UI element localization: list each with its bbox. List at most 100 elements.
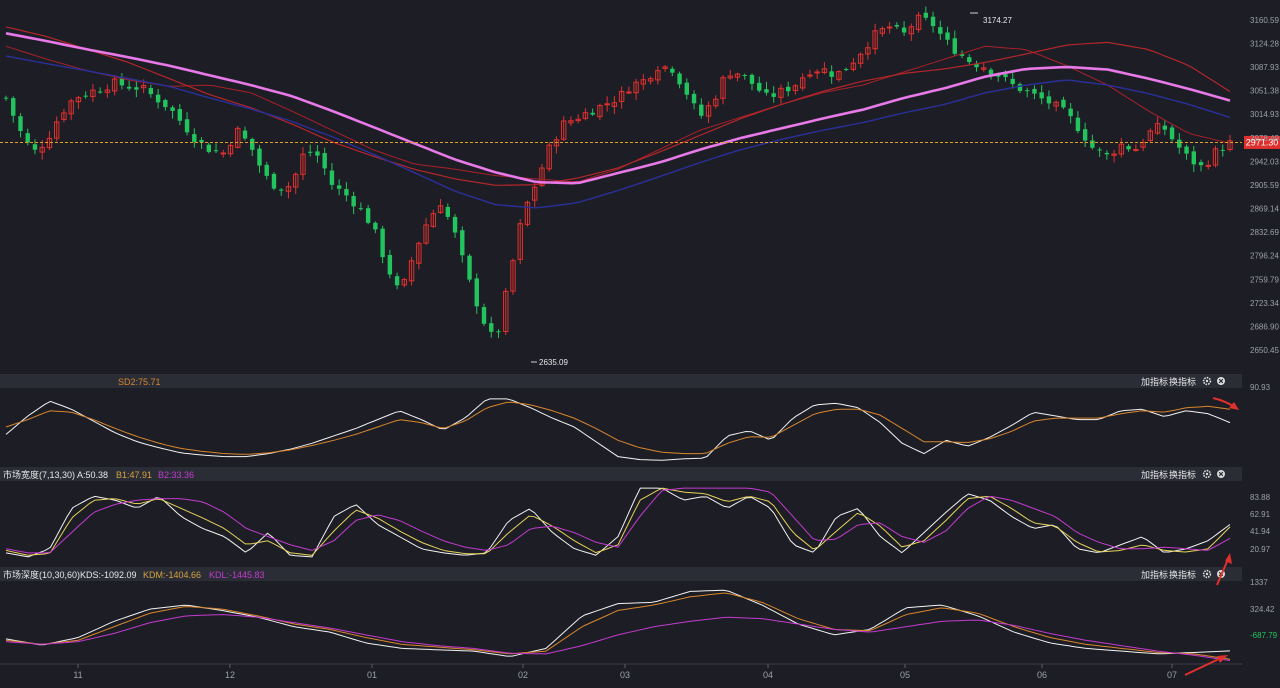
price-y-tick: 3014.93: [1250, 110, 1279, 119]
price-y-tick: 2796.24: [1250, 252, 1279, 261]
low-label: 2635.09: [539, 358, 568, 367]
switch-indicator-button[interactable]: 换指标: [1169, 569, 1196, 580]
candle-body: [344, 189, 349, 196]
candle-body: [590, 112, 595, 115]
candle-body: [220, 152, 226, 155]
candle-body: [315, 151, 320, 156]
candle-body: [1025, 90, 1030, 92]
x-axis-tick-label: 06: [1037, 670, 1047, 680]
candle-body: [387, 255, 393, 275]
candle-body: [445, 206, 450, 217]
candle-body: [329, 170, 335, 185]
candle-body: [199, 139, 204, 143]
switch-indicator-button[interactable]: 换指标: [1169, 469, 1196, 480]
candle-body: [1068, 108, 1073, 117]
indicator-y-tick: 1337: [1250, 578, 1268, 587]
indicator-1-header-bar: [0, 374, 1242, 388]
candle-body: [807, 74, 813, 77]
candle-body: [1177, 139, 1182, 148]
x-axis-tick-label: 05: [900, 670, 910, 680]
candle-body: [336, 185, 342, 189]
candle-body: [148, 88, 154, 95]
candle-body: [814, 71, 820, 74]
x-axis-tick-label: 01: [367, 670, 377, 680]
candle-body: [1046, 96, 1052, 104]
candle-body: [365, 208, 371, 223]
candle-body: [1162, 125, 1168, 130]
switch-indicator-button[interactable]: 换指标: [1169, 376, 1196, 387]
candle-body: [322, 153, 327, 169]
candle-body: [452, 216, 458, 233]
add-indicator-button[interactable]: 加指标: [1141, 469, 1168, 480]
price-y-tick: 3087.93: [1250, 63, 1279, 72]
candle-body: [1017, 84, 1023, 91]
market-breadth-legend-name: 市场宽度(7,13,30): [3, 469, 75, 480]
x-axis-tick-label: 11: [73, 670, 82, 680]
candle-body: [134, 87, 139, 90]
stock-chart-svg: 2971.30 3160.593124.283087.933051.383014…: [0, 0, 1280, 683]
candle-body: [192, 134, 197, 142]
candle-body: [489, 323, 494, 332]
candle-body: [481, 307, 487, 324]
candle-body: [1075, 117, 1081, 132]
candle-body: [829, 71, 834, 77]
candle-body: [97, 91, 103, 93]
x-axis-tick-label: 07: [1167, 670, 1177, 680]
indicator-y-tick: 83.88: [1250, 493, 1271, 502]
candle-body: [988, 69, 994, 75]
market-breadth-legend-b2: B2:33.36: [158, 470, 194, 480]
candle-body: [1205, 164, 1211, 167]
candle-body: [351, 196, 356, 207]
high-label: 3174.27: [983, 16, 1012, 25]
candle-body: [1082, 129, 1088, 141]
candle-body: [250, 138, 255, 150]
market-depth-legend-kdl: KDL:-1445.83: [209, 570, 265, 580]
add-indicator-button[interactable]: 加指标: [1141, 569, 1168, 580]
candle-body: [894, 24, 900, 27]
candle-body: [155, 94, 161, 103]
price-y-tick: 3124.28: [1250, 39, 1279, 48]
candle-body: [11, 98, 16, 116]
candle-body: [264, 164, 269, 176]
price-y-tick: 2759.79: [1250, 275, 1279, 284]
candle-body: [938, 27, 943, 34]
candle-body: [1198, 162, 1204, 166]
candle-body: [1126, 146, 1131, 150]
candle-body: [742, 75, 747, 77]
candle-body: [184, 119, 190, 133]
price-y-tick: 2832.69: [1250, 228, 1279, 237]
candle-body: [1184, 146, 1189, 154]
price-y-tick: 2723.34: [1250, 299, 1279, 308]
chart-workspace[interactable]: 2971.30 3160.59 3124.28 3087.93 3051.38 3014…: [0, 0, 1280, 683]
candle-body: [1090, 140, 1095, 148]
close-icon[interactable]: [1217, 377, 1225, 385]
candle-body: [1003, 74, 1008, 78]
candle-body: [626, 91, 632, 94]
candle-body: [786, 86, 791, 92]
candle-body: [757, 82, 762, 91]
candle-body: [279, 189, 284, 191]
price-y-tick: 2978.49: [1250, 134, 1279, 143]
candle-body: [373, 222, 378, 230]
close-icon[interactable]: [1217, 470, 1225, 478]
candle-body: [394, 276, 400, 286]
price-y-tick: 3160.59: [1250, 16, 1279, 25]
candle-body: [1220, 149, 1225, 151]
candle-body: [952, 38, 957, 54]
candle-body: [1061, 99, 1066, 108]
x-axis-tick-label: 12: [225, 670, 235, 680]
price-y-tick: 2869.14: [1250, 205, 1279, 214]
price-y-tick: 3051.38: [1250, 87, 1279, 96]
candle-body: [213, 150, 219, 152]
market-depth-legend-kdm: KDM:-1404.66: [143, 570, 201, 580]
candle-body: [126, 86, 132, 89]
candle-body: [684, 82, 690, 95]
candle-body: [670, 68, 675, 73]
market-depth-legend-kds: KDS:-1092.09: [80, 570, 137, 580]
add-indicator-button[interactable]: 加指标: [1141, 376, 1168, 387]
x-axis-tick-label: 02: [518, 670, 528, 680]
candle-body: [358, 208, 364, 210]
candle-body: [749, 74, 755, 84]
indicator-y-tick: 41.94: [1250, 527, 1271, 536]
candle-body: [691, 93, 697, 104]
